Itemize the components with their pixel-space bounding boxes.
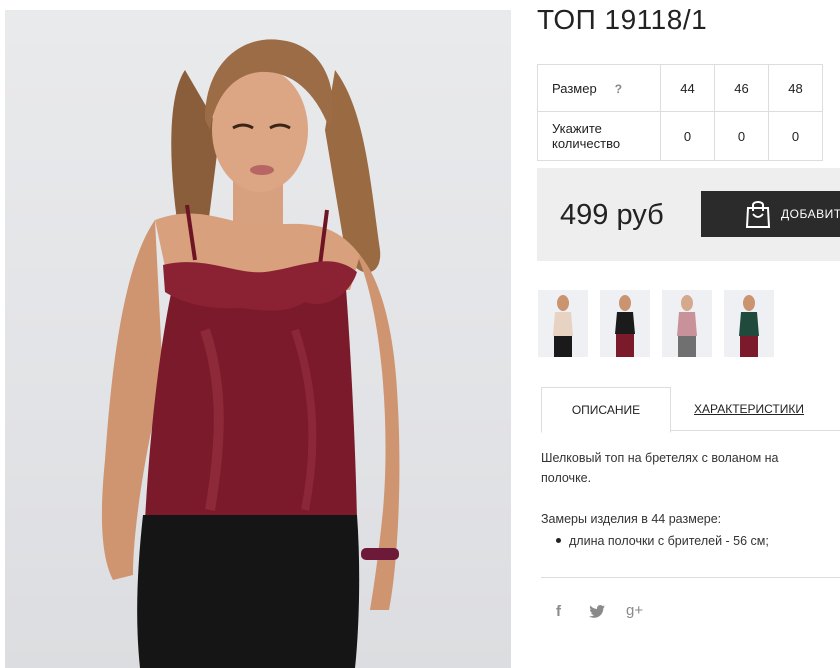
add-to-cart-label: ДОБАВИТ bbox=[781, 207, 840, 221]
twitter-icon[interactable] bbox=[589, 605, 605, 622]
measure-heading: Замеры изделия в 44 размере: bbox=[541, 512, 722, 526]
thumbnail-green[interactable] bbox=[724, 290, 774, 357]
main-product-photo[interactable] bbox=[5, 10, 511, 668]
thumbnail-green-image bbox=[739, 295, 759, 357]
tab-description[interactable]: ОПИСАНИЕ bbox=[541, 387, 671, 433]
quantity-label-line1: Укажите bbox=[552, 121, 602, 136]
quantity-label-line2: количество bbox=[552, 136, 621, 151]
size-44: 44 bbox=[660, 64, 715, 112]
quantity-input-44[interactable]: 0 bbox=[660, 111, 715, 161]
thumbnail-black[interactable] bbox=[600, 290, 650, 357]
model-illustration bbox=[101, 39, 400, 668]
quantity-input-48[interactable]: 0 bbox=[768, 111, 823, 161]
measure-bullet: длина полочки с брителей - 56 см; bbox=[556, 534, 769, 548]
quantity-label-cell: Укажите количество bbox=[537, 111, 661, 161]
size-label: Размер bbox=[552, 80, 597, 96]
bullet-dot-icon bbox=[556, 538, 561, 544]
googleplus-icon[interactable]: g+ bbox=[626, 602, 643, 619]
size-label-cell: Размер? bbox=[537, 64, 661, 112]
size-quantity-table: Размер? 44 46 48 Укажите количество 0 0 … bbox=[537, 64, 823, 161]
measure-bullet-text: длина полочки с брителей - 56 см; bbox=[569, 534, 769, 548]
product-title: ТОП 19118/1 bbox=[537, 4, 708, 35]
size-48: 48 bbox=[768, 64, 823, 112]
thumbnail-black-image bbox=[615, 295, 635, 357]
quantity-input-46[interactable]: 0 bbox=[714, 111, 769, 161]
add-to-cart-button[interactable]: ДОБАВИТ bbox=[701, 191, 840, 237]
thumbnail-beige-image bbox=[553, 295, 573, 357]
size-46: 46 bbox=[714, 64, 769, 112]
facebook-icon[interactable]: f bbox=[556, 603, 561, 620]
product-description: Шелковый топ на бретелях с воланом на по… bbox=[541, 451, 779, 485]
shopping-bag-icon bbox=[745, 201, 771, 228]
price-panel: 499 руб ДОБАВИТ bbox=[537, 168, 840, 261]
thumbnail-beige[interactable] bbox=[538, 290, 588, 357]
thumbnail-pink-image bbox=[677, 295, 697, 357]
twitter-bird-icon bbox=[589, 605, 605, 618]
thumbnail-pink[interactable] bbox=[662, 290, 712, 357]
size-help-icon[interactable]: ? bbox=[615, 82, 622, 96]
product-price: 499 руб bbox=[560, 199, 664, 231]
size-row: Размер? 44 46 48 bbox=[537, 64, 823, 112]
quantity-row: Укажите количество 0 0 0 bbox=[537, 111, 823, 161]
social-divider bbox=[541, 577, 840, 578]
tab-characteristics[interactable]: ХАРАКТЕРИСТИКИ bbox=[694, 402, 804, 416]
